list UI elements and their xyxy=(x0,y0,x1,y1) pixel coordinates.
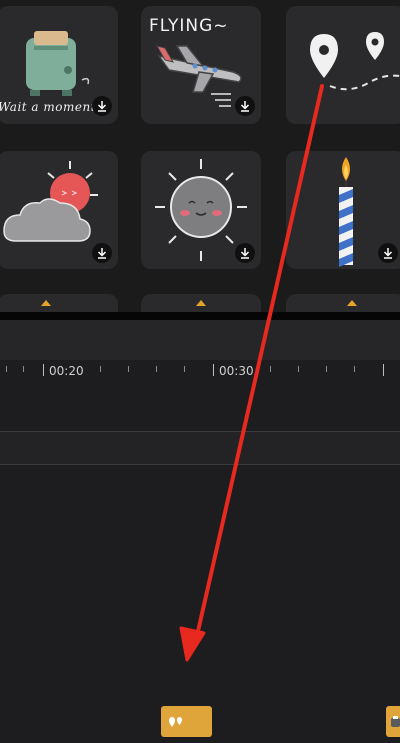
panel-divider[interactable] xyxy=(0,312,400,320)
timeline-track[interactable] xyxy=(0,432,400,464)
sticker-toaster[interactable]: Wait a moment xyxy=(0,6,118,124)
tick-label: 00:20 xyxy=(49,364,84,378)
timeline-toolbar xyxy=(0,320,400,360)
sticker-airplane[interactable]: FLYING~ xyxy=(141,6,261,124)
sticker-panel: Wait a moment FLYING~ xyxy=(0,0,400,312)
sticker-clip[interactable] xyxy=(386,706,400,737)
sticker-smiling-sun[interactable] xyxy=(141,151,261,269)
download-icon[interactable] xyxy=(235,96,255,116)
download-icon[interactable] xyxy=(92,96,112,116)
sticker-map-pins[interactable] xyxy=(286,6,400,124)
sticker-partial-2[interactable] xyxy=(141,294,261,312)
sticker-candle[interactable] xyxy=(286,151,400,269)
download-icon[interactable] xyxy=(378,243,398,263)
tick-label: 00:30 xyxy=(219,364,254,378)
track-separator xyxy=(0,464,400,465)
download-icon[interactable] xyxy=(92,243,112,263)
sticker-partial-1[interactable] xyxy=(0,294,118,312)
sticker-sun-cloud[interactable] xyxy=(0,151,118,269)
sticker-partial-3[interactable] xyxy=(286,294,400,312)
map-pin-icon xyxy=(310,32,400,91)
time-ruler[interactable]: 00:20 00:30 xyxy=(0,360,400,382)
download-icon[interactable] xyxy=(235,243,255,263)
sticker-clip[interactable] xyxy=(161,706,212,737)
toaster-icon xyxy=(391,715,400,727)
map-pin-icon xyxy=(169,716,182,727)
